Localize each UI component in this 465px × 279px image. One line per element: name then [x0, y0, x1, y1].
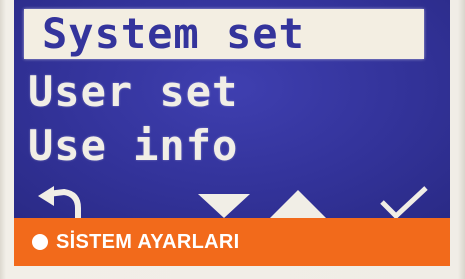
ok-softkey[interactable]: [376, 186, 432, 218]
caption-title: SİSTEM AYARLARI: [56, 230, 240, 253]
bullet-dot-icon: [32, 234, 48, 250]
up-softkey[interactable]: [270, 186, 326, 218]
checkmark-icon: [380, 186, 428, 218]
back-softkey[interactable]: [34, 186, 90, 218]
menu-item-system-set[interactable]: System set: [24, 9, 424, 59]
device-frame: System set User set Use info SİSTEM AYAR…: [0, 0, 465, 279]
up-triangle-icon: [270, 190, 326, 218]
back-arrow-icon: [38, 186, 81, 218]
lcd-screen: System set User set Use info: [14, 0, 450, 218]
caption-bar: SİSTEM AYARLARI: [14, 218, 450, 266]
menu-item-use-info[interactable]: Use info: [28, 121, 238, 171]
down-triangle-icon: [198, 194, 250, 218]
down-softkey[interactable]: [196, 186, 252, 218]
menu-item-user-set[interactable]: User set: [28, 67, 238, 117]
